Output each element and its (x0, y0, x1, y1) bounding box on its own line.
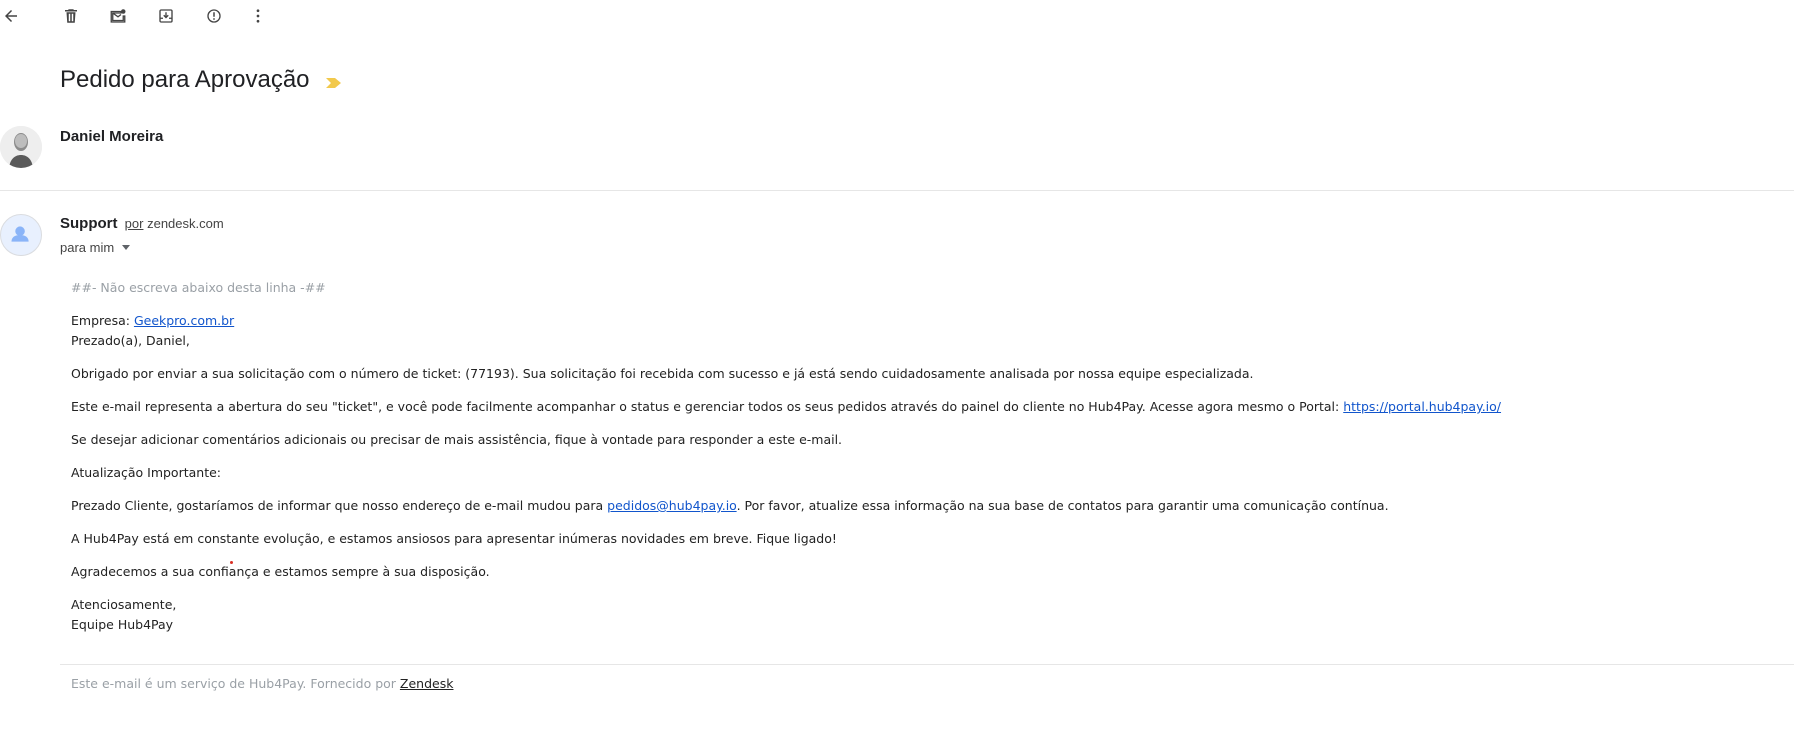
email-subject: Pedido para Aprovação (60, 66, 310, 93)
show-details-icon[interactable] (122, 245, 131, 250)
team-signature: Equipe Hub4Pay (71, 617, 174, 632)
message-from: Support por zendesk.com (60, 215, 224, 232)
paragraph: A Hub4Pay está em constante evolução, e … (71, 531, 837, 546)
zendesk-link[interactable]: Zendesk (400, 676, 454, 691)
email-link[interactable]: pedidos@hub4pay.io (607, 498, 736, 513)
avatar[interactable] (0, 214, 42, 256)
move-to-icon[interactable] (155, 5, 177, 27)
subject-row: Pedido para Aprovação (60, 62, 342, 98)
via-label: por zendesk.com (124, 216, 224, 231)
report-spam-icon[interactable] (203, 5, 225, 27)
message-footer: Este e-mail é um serviço de Hub4Pay. For… (71, 676, 454, 691)
greeting: Prezado(a), Daniel, (71, 333, 190, 348)
reply-marker: ##- Não escreva abaixo desta linha -## (71, 280, 326, 295)
avatar[interactable] (0, 126, 42, 168)
more-options-icon[interactable] (247, 5, 269, 27)
recipient-label: para mim (60, 240, 115, 255)
sender-name[interactable]: Support (60, 215, 118, 232)
paragraph: Obrigado por enviar a sua solicitação co… (71, 366, 1254, 381)
cursor-dot (230, 561, 233, 564)
portal-link[interactable]: https://portal.hub4pay.io/ (1343, 399, 1501, 414)
person-icon (11, 226, 29, 242)
paragraph: Prezado Cliente, gostaríamos de informar… (71, 498, 1389, 513)
paragraph: Agradecemos a sua confiança e estamos se… (71, 564, 490, 579)
delete-icon[interactable] (60, 5, 82, 27)
back-arrow-icon[interactable] (0, 5, 22, 27)
thread-sender-name[interactable]: Daniel Moreira (60, 128, 163, 145)
paragraph: Se desejar adicionar comentários adicion… (71, 432, 843, 447)
divider (60, 664, 1794, 665)
paragraph: Este e-mail representa a abertura do seu… (71, 399, 1502, 414)
importance-marker-icon[interactable] (325, 76, 342, 88)
mark-unread-icon[interactable] (107, 5, 129, 27)
divider (0, 190, 1794, 191)
message-toolbar (0, 0, 1794, 34)
company-line: Empresa: Geekpro.com.br (71, 313, 235, 328)
signoff: Atenciosamente, (71, 597, 177, 612)
recipient-line: para mim (60, 240, 131, 255)
message-body: ##- Não escreva abaixo desta linha -## E… (71, 278, 1771, 635)
via-domain: zendesk.com (147, 216, 224, 231)
company-link[interactable]: Geekpro.com.br (134, 313, 234, 328)
paragraph: Atualização Importante: (71, 465, 222, 480)
